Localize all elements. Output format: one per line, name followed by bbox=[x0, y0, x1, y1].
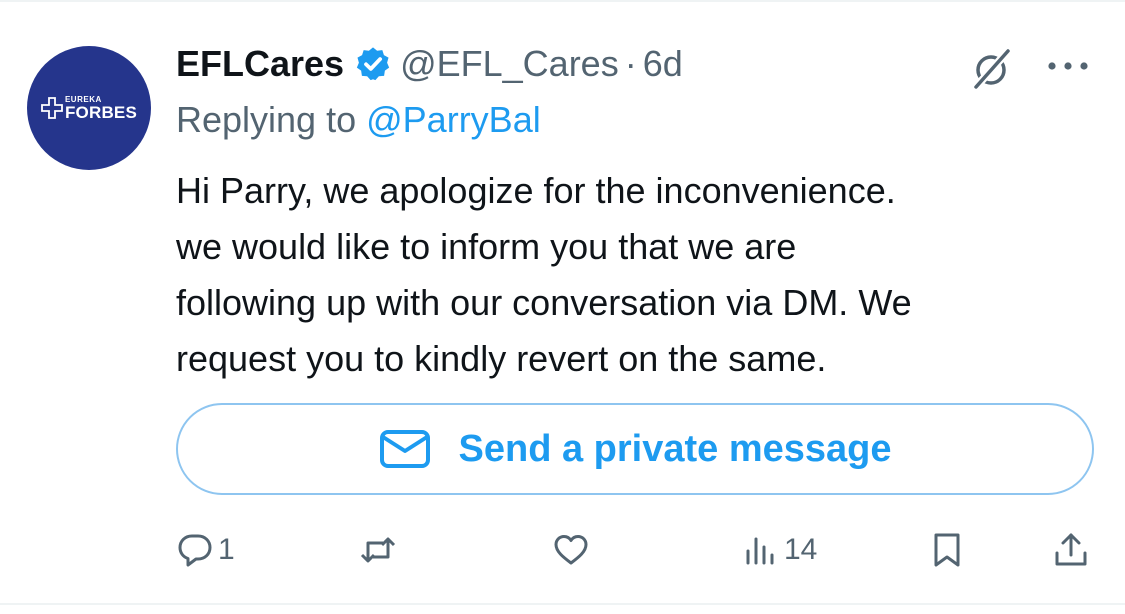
tweet-text-line: request you to kindly revert on the same… bbox=[176, 338, 827, 379]
like-button[interactable] bbox=[552, 525, 594, 575]
analytics-bars-icon bbox=[746, 537, 774, 565]
bottom-divider bbox=[0, 603, 1125, 605]
tweet-timestamp[interactable]: 6d bbox=[643, 43, 683, 85]
views-count: 14 bbox=[784, 533, 818, 566]
tweet-header: EFLCares @EFL_Cares · 6d bbox=[176, 40, 683, 88]
tweet-text: Hi Parry, we apologize for the inconveni… bbox=[176, 163, 1086, 387]
repost-button[interactable] bbox=[359, 525, 401, 575]
heart-icon bbox=[554, 535, 588, 565]
top-divider bbox=[0, 0, 1125, 2]
tweet-text-line: Hi Parry, we apologize for the inconveni… bbox=[176, 170, 896, 211]
eureka-forbes-logo: EUREKA FORBES bbox=[41, 95, 138, 122]
reply-bubble-icon bbox=[178, 534, 212, 567]
reply-button[interactable]: 1 bbox=[176, 525, 235, 575]
send-private-message-button[interactable]: Send a private message bbox=[176, 403, 1094, 495]
author-handle[interactable]: @EFL_Cares bbox=[400, 43, 619, 85]
tweet-text-line: we would like to inform you that we are bbox=[176, 226, 797, 267]
separator-dot: · bbox=[624, 43, 637, 84]
grok-icon[interactable] bbox=[968, 45, 1016, 93]
tweet-text-line: following up with our conversation via D… bbox=[176, 282, 912, 323]
author-display-name[interactable]: EFLCares bbox=[176, 43, 344, 85]
logo-text-bottom: FORBES bbox=[64, 102, 138, 122]
envelope-icon bbox=[379, 430, 430, 468]
share-button[interactable] bbox=[1052, 525, 1090, 575]
reply-count: 1 bbox=[218, 533, 235, 566]
bookmark-button[interactable] bbox=[928, 525, 966, 575]
tweet-action-bar: 1 14 bbox=[176, 525, 1096, 575]
replying-to-line: Replying to @ParryBal bbox=[176, 99, 541, 141]
share-upload-icon bbox=[1055, 533, 1087, 566]
bookmark-icon bbox=[934, 533, 960, 567]
repost-icon bbox=[360, 537, 396, 563]
send-private-message-label: Send a private message bbox=[458, 427, 892, 470]
avatar[interactable]: EUREKA FORBES bbox=[27, 46, 151, 170]
verified-badge-icon[interactable] bbox=[354, 45, 392, 83]
views-button[interactable]: 14 bbox=[742, 525, 817, 575]
replying-to-prefix: Replying to bbox=[176, 99, 357, 140]
replying-to-handle[interactable]: @ParryBal bbox=[366, 99, 541, 140]
logo-cross-icon bbox=[41, 97, 63, 119]
more-dots-icon[interactable] bbox=[1044, 52, 1092, 80]
